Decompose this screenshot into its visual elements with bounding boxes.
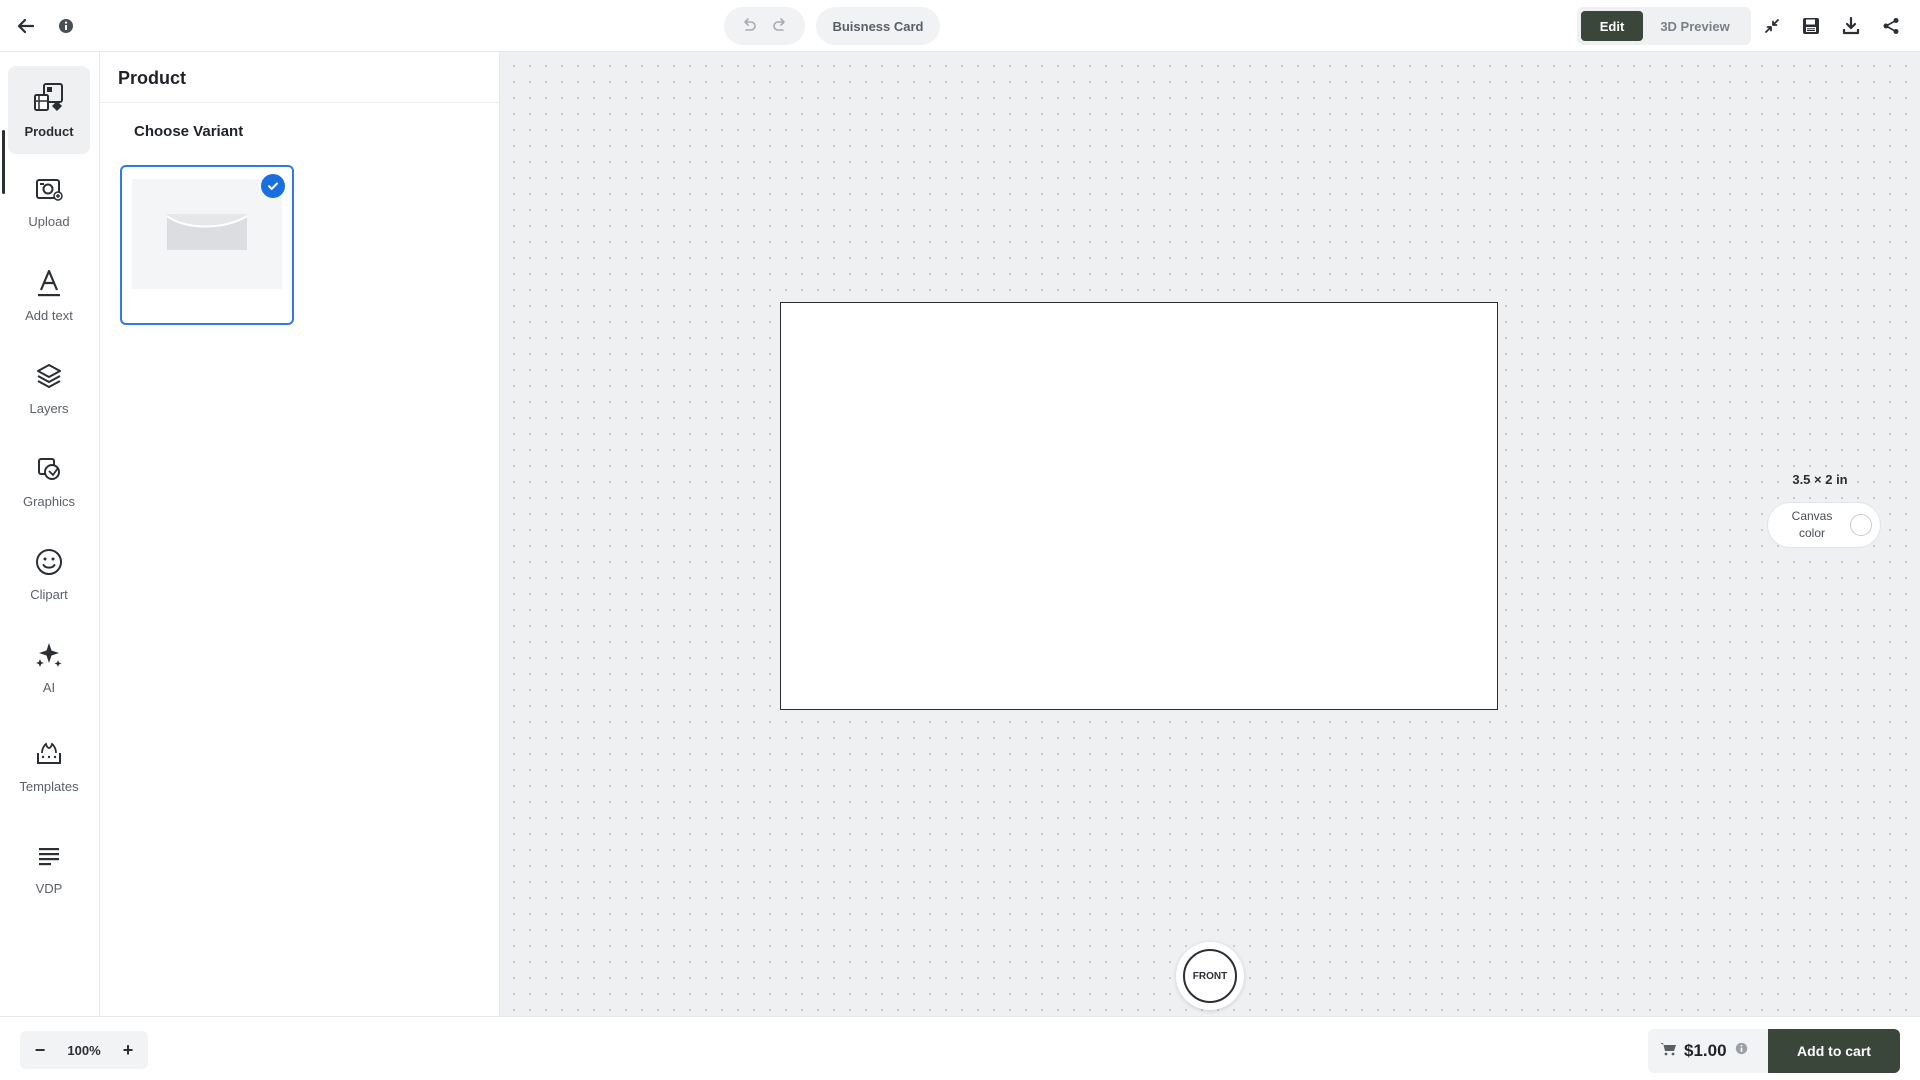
layers-icon <box>32 359 66 393</box>
product-icon <box>32 82 66 116</box>
price-display: $1.00 <box>1648 1029 1768 1073</box>
rail-item-label: AI <box>42 679 56 695</box>
variant-card[interactable] <box>120 165 294 325</box>
price-value: $1.00 <box>1684 1041 1727 1060</box>
rail-item-label: Upload <box>28 213 70 229</box>
ai-sparkle-icon <box>32 638 66 672</box>
rail-item-label: Product <box>24 123 74 139</box>
rail-item-layers[interactable]: Layers <box>8 343 90 431</box>
add-to-cart-button[interactable]: Add to cart <box>1768 1029 1900 1073</box>
panel-divider <box>100 102 499 103</box>
panel-title: Product <box>118 68 187 88</box>
mode-toggle: Edit 3D Preview <box>1577 7 1751 45</box>
canvas-size-label: 3.5 × 2 in <box>1792 472 1848 487</box>
product-panel: Product Choose Variant <box>100 52 500 1016</box>
upload-icon <box>32 172 66 206</box>
rail-item-clipart[interactable]: Clipart <box>8 529 90 617</box>
side-selector-button[interactable]: FRONT <box>1176 942 1244 1010</box>
rail-item-label: Templates <box>19 778 79 794</box>
rail-item-vdp[interactable]: VDP <box>8 823 90 911</box>
save-icon[interactable] <box>1798 13 1824 39</box>
templates-icon <box>32 737 66 771</box>
zoom-level: 100% <box>67 1042 101 1058</box>
collapse-icon[interactable] <box>1760 14 1784 38</box>
choose-variant-heading: Choose Variant <box>134 123 244 140</box>
canvas-color-swatch <box>1850 514 1872 536</box>
rail-item-label: Graphics <box>22 493 76 509</box>
active-indicator <box>2 130 5 194</box>
zoom-in-button[interactable]: + <box>116 1038 140 1062</box>
cart-icon <box>1660 1042 1676 1061</box>
download-icon[interactable] <box>1838 13 1864 39</box>
canvas-color-button[interactable]: Canvas color <box>1767 502 1881 548</box>
top-bar: Buisness Card Edit 3D Preview <box>0 0 1920 52</box>
zoom-controls: − 100% + <box>20 1031 148 1069</box>
history-controls <box>724 7 805 45</box>
rail-item-upload[interactable]: Upload <box>8 156 90 244</box>
undo-icon[interactable] <box>737 14 761 38</box>
price-info-icon[interactable] <box>1735 1042 1748 1060</box>
front-side-label: FRONT <box>1183 949 1237 1003</box>
variant-thumbnail <box>132 179 282 289</box>
rail-item-ai[interactable]: AI <box>8 622 90 710</box>
redo-icon[interactable] <box>768 14 792 38</box>
vdp-icon <box>32 839 66 873</box>
design-workspace[interactable]: 3.5 × 2 in Canvas color FRONT <box>500 52 1920 1016</box>
back-arrow-icon[interactable] <box>14 14 38 38</box>
canvas-color-label: Canvas color <box>1791 509 1833 540</box>
zoom-out-button[interactable]: − <box>28 1038 52 1062</box>
rail-item-product[interactable]: Product <box>8 66 90 154</box>
clipart-icon <box>32 545 66 579</box>
graphics-icon <box>32 452 66 486</box>
rail-item-add-text[interactable]: Add text <box>8 250 90 338</box>
text-icon <box>32 266 66 300</box>
bottom-bar: − 100% + $1.00 Add to cart <box>0 1016 1920 1080</box>
rail-item-label: VDP <box>35 880 63 896</box>
tool-rail: Product Upload Add text Layers Graphics … <box>0 52 100 1016</box>
edit-mode-button[interactable]: Edit <box>1581 11 1643 41</box>
info-icon[interactable] <box>54 14 78 38</box>
share-icon[interactable] <box>1878 13 1904 39</box>
rail-item-templates[interactable]: Templates <box>8 717 90 813</box>
selected-check-icon <box>261 174 285 198</box>
business-card-thumbnail-icon <box>132 179 282 289</box>
rail-item-graphics[interactable]: Graphics <box>8 436 90 524</box>
rail-item-label: Layers <box>29 400 69 416</box>
3d-preview-button[interactable]: 3D Preview <box>1643 11 1747 41</box>
rail-item-label: Clipart <box>30 586 68 602</box>
document-title[interactable]: Buisness Card <box>816 7 940 45</box>
business-card-canvas[interactable] <box>780 302 1498 710</box>
rail-item-label: Add text <box>25 307 73 323</box>
